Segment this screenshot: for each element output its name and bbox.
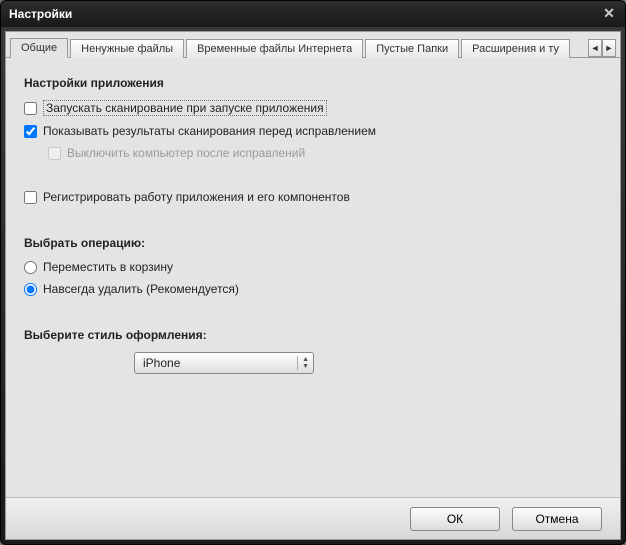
row-delete-forever: Навсегда удалить (Рекомендуется) <box>24 282 602 296</box>
label-scan-on-start: Запускать сканирование при запуске прило… <box>43 100 327 116</box>
checkbox-scan-on-start[interactable] <box>24 102 37 115</box>
tab-internet-temp[interactable]: Временные файлы Интернета <box>186 39 363 58</box>
tab-scroll-right-icon[interactable]: ► <box>602 39 616 57</box>
tab-extensions[interactable]: Расширения и ту <box>461 39 570 58</box>
tab-bar: Общие Ненужные файлы Временные файлы Инт… <box>6 32 620 58</box>
dialog-footer: ОК Отмена <box>6 497 620 539</box>
chevron-down-icon: ▼ <box>302 363 309 370</box>
checkbox-show-results[interactable] <box>24 125 37 138</box>
row-shutdown-after: Выключить компьютер после исправлений <box>48 146 602 160</box>
radio-move-trash[interactable] <box>24 261 37 274</box>
label-delete-forever: Навсегда удалить (Рекомендуется) <box>43 282 239 296</box>
window-body: Общие Ненужные файлы Временные файлы Инт… <box>5 31 621 540</box>
label-move-trash: Переместить в корзину <box>43 260 173 274</box>
tab-scroll-left-icon[interactable]: ◄ <box>588 39 602 57</box>
label-show-results: Показывать результаты сканирования перед… <box>43 124 376 138</box>
row-scan-on-start: Запускать сканирование при запуске прило… <box>24 100 602 116</box>
radio-delete-forever[interactable] <box>24 283 37 296</box>
section-operation-title: Выбрать операцию: <box>24 236 602 250</box>
row-move-trash: Переместить в корзину <box>24 260 602 274</box>
window-title: Настройки <box>9 7 72 21</box>
tab-empty-folders[interactable]: Пустые Папки <box>365 39 459 58</box>
tab-scroll: ◄ ► <box>588 39 616 57</box>
close-icon[interactable]: ✕ <box>601 6 617 22</box>
settings-window: Настройки ✕ Общие Ненужные файлы Временн… <box>0 0 626 545</box>
row-show-results: Показывать результаты сканирования перед… <box>24 124 602 138</box>
tab-junk-files[interactable]: Ненужные файлы <box>70 39 184 58</box>
section-app-title: Настройки приложения <box>24 76 602 90</box>
label-log-work: Регистрировать работу приложения и его к… <box>43 190 350 204</box>
style-select[interactable]: iPhone ▲ ▼ <box>134 352 314 374</box>
chevron-up-icon: ▲ <box>302 356 309 363</box>
titlebar: Настройки ✕ <box>1 1 625 27</box>
style-select-wrap: iPhone ▲ ▼ <box>134 352 602 374</box>
row-log-work: Регистрировать работу приложения и его к… <box>24 190 602 204</box>
style-select-value: iPhone <box>143 356 180 370</box>
cancel-button[interactable]: Отмена <box>512 507 602 531</box>
tab-general[interactable]: Общие <box>10 38 68 58</box>
checkbox-log-work[interactable] <box>24 191 37 204</box>
label-shutdown-after: Выключить компьютер после исправлений <box>67 146 305 160</box>
checkbox-shutdown-after <box>48 147 61 160</box>
section-style-title: Выберите стиль оформления: <box>24 328 602 342</box>
ok-button[interactable]: ОК <box>410 507 500 531</box>
tab-content: Настройки приложения Запускать сканирова… <box>6 58 620 497</box>
stepper-icon: ▲ ▼ <box>297 356 309 370</box>
